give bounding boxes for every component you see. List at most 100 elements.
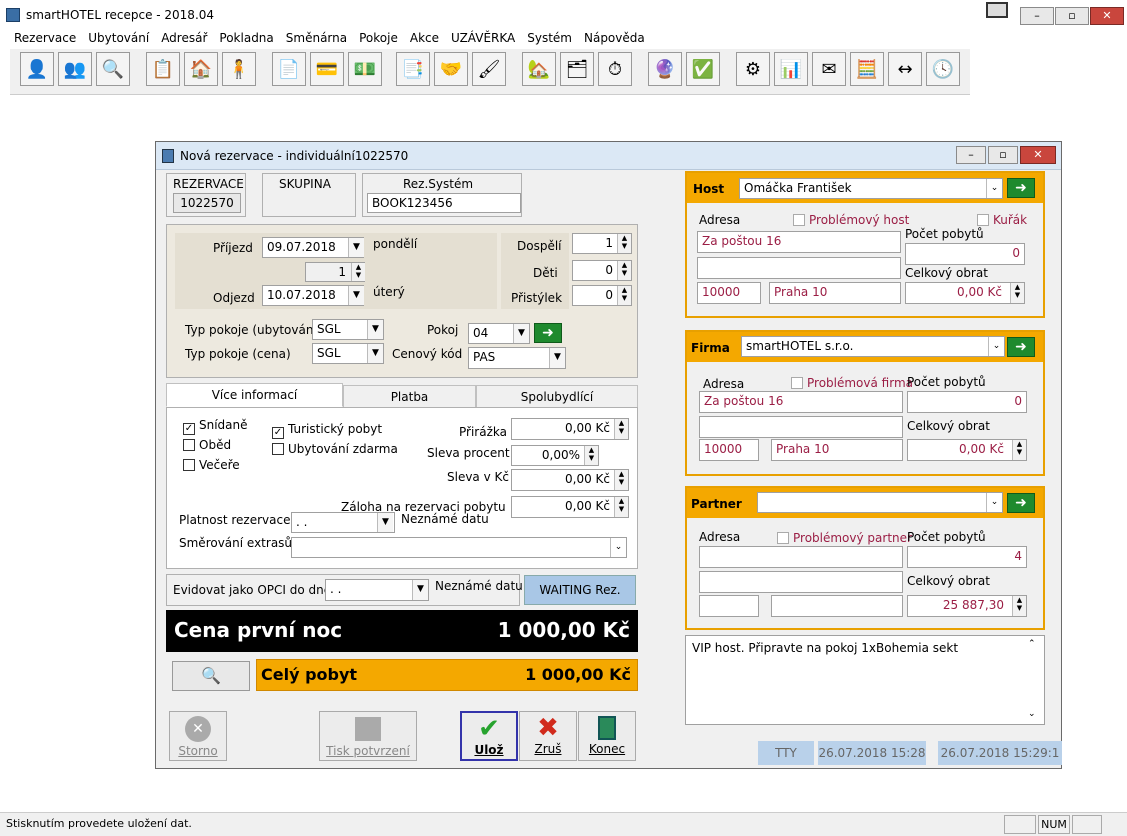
card-icon[interactable]: 🗂 bbox=[560, 52, 594, 86]
partner-go-arrow-icon[interactable]: ➜ bbox=[1007, 493, 1035, 513]
uloz-button[interactable]: ✔ Ulož bbox=[460, 711, 518, 761]
firma-go-arrow-icon[interactable]: ➜ bbox=[1007, 337, 1035, 357]
typ-ubytovani-dropdown-icon[interactable]: ▼ bbox=[367, 320, 383, 339]
firma-obrat-spinner[interactable]: ▲ ▼ bbox=[1012, 440, 1026, 460]
firma-zip-input[interactable]: 10000 bbox=[699, 439, 759, 461]
home-icon[interactable]: 🏡 bbox=[522, 52, 556, 86]
document-icon[interactable]: 📄 bbox=[272, 52, 306, 86]
note-scroll-up-icon[interactable]: ⌃ bbox=[1028, 639, 1036, 649]
menu-smenarna[interactable]: Směnárna bbox=[280, 30, 353, 46]
note-textarea[interactable]: VIP host. Připravte na pokoj 1xBohemia s… bbox=[685, 635, 1045, 725]
firma-problem-checkbox[interactable]: Problémová firma bbox=[791, 376, 913, 390]
cenovy-kod-dropdown-icon[interactable]: ▼ bbox=[549, 348, 565, 368]
rezsys-input[interactable]: BOOK123456 bbox=[367, 193, 521, 213]
cash-register-icon[interactable]: 💳 bbox=[310, 52, 344, 86]
firma-city-input[interactable]: Praha 10 bbox=[771, 439, 903, 461]
crystal-ball-icon[interactable]: 🔮 bbox=[648, 52, 682, 86]
dialog-maximize-button[interactable]: ▫ bbox=[988, 146, 1018, 164]
menu-pokladna[interactable]: Pokladna bbox=[213, 30, 279, 46]
kurak-checkbox[interactable]: Kuřák bbox=[977, 213, 1027, 227]
sleva-kc-spinner[interactable]: ▲ ▼ bbox=[614, 470, 628, 490]
menu-system[interactable]: Systém bbox=[521, 30, 578, 46]
partner-street2-input[interactable] bbox=[699, 571, 903, 593]
menu-napoveda[interactable]: Nápověda bbox=[578, 30, 651, 46]
calculator-icon[interactable]: 🧮 bbox=[850, 52, 884, 86]
maximize-button[interactable]: ▫ bbox=[1055, 7, 1089, 25]
prirazka-spinner[interactable]: ▲ ▼ bbox=[614, 419, 628, 439]
go-room-arrow-icon[interactable]: ➜ bbox=[534, 323, 562, 343]
platnost-dropdown-icon[interactable]: ▼ bbox=[377, 513, 393, 532]
note-scroll-down-icon[interactable]: ⌄ bbox=[1028, 709, 1036, 719]
close-button[interactable]: ✕ bbox=[1090, 7, 1124, 25]
partner-zip-input[interactable] bbox=[699, 595, 759, 617]
partner-problem-checkbox[interactable]: Problémový partner bbox=[777, 531, 912, 545]
tab-platba[interactable]: Platba bbox=[343, 385, 476, 409]
odjezd-dropdown-icon[interactable]: ▼ bbox=[348, 286, 364, 305]
host-street2-input[interactable] bbox=[697, 257, 901, 279]
deti-spinner[interactable]: ▲ ▼ bbox=[617, 261, 631, 280]
teamviewer-icon[interactable]: ↔ bbox=[888, 52, 922, 86]
menu-uzaverka[interactable]: UZÁVĚRKA bbox=[445, 30, 521, 46]
typ-cena-dropdown-icon[interactable]: ▼ bbox=[367, 344, 383, 363]
zrus-button[interactable]: ✖ Zruš bbox=[519, 711, 577, 761]
handshake-icon[interactable]: 🤝 bbox=[434, 52, 468, 86]
host-zip-input[interactable]: 10000 bbox=[697, 282, 761, 304]
waiting-button[interactable]: WAITING Rez. bbox=[524, 575, 636, 605]
partner-city-input[interactable] bbox=[771, 595, 903, 617]
clock-refresh-icon[interactable]: ⏱ bbox=[598, 52, 632, 86]
chart-icon[interactable]: 📊 bbox=[774, 52, 808, 86]
brush-icon[interactable]: 🖌 bbox=[472, 52, 506, 86]
opci-dropdown-icon[interactable]: ▼ bbox=[412, 580, 428, 600]
obed-checkbox[interactable]: Oběd bbox=[183, 438, 231, 452]
mail-icon[interactable]: ✉ bbox=[812, 52, 846, 86]
monitor-icon[interactable] bbox=[986, 2, 1008, 18]
receptionist-icon[interactable]: 📑 bbox=[396, 52, 430, 86]
dospeli-spinner[interactable]: ▲ ▼ bbox=[617, 234, 631, 253]
host-go-arrow-icon[interactable]: ➜ bbox=[1007, 178, 1035, 198]
partner-obrat-spinner[interactable]: ▲ ▼ bbox=[1012, 596, 1026, 616]
firma-dropdown-icon[interactable]: ⌄ bbox=[988, 337, 1004, 356]
tab-spolubydlici[interactable]: Spolubydlící bbox=[476, 385, 638, 409]
smerovani-select[interactable] bbox=[291, 537, 627, 558]
settings-icon[interactable]: ⚙ bbox=[736, 52, 770, 86]
firma-street2-input[interactable] bbox=[699, 416, 903, 438]
checklist-icon[interactable]: ✅ bbox=[686, 52, 720, 86]
search-guest-icon[interactable]: 🔍 bbox=[96, 52, 130, 86]
clock-calendar-icon[interactable]: 🕓 bbox=[926, 52, 960, 86]
dialog-minimize-button[interactable]: – bbox=[956, 146, 986, 164]
zaloha-input[interactable]: 0,00 Kč bbox=[511, 496, 629, 518]
zdarma-checkbox[interactable]: Ubytování zdarma bbox=[272, 442, 398, 456]
menu-rezervace[interactable]: Rezervace bbox=[0, 30, 82, 46]
partner-dropdown-icon[interactable]: ⌄ bbox=[986, 493, 1002, 512]
person-icon[interactable]: 🧍 bbox=[222, 52, 256, 86]
host-dropdown-icon[interactable]: ⌄ bbox=[986, 179, 1002, 198]
guests-icon[interactable]: 👥 bbox=[58, 52, 92, 86]
firma-select[interactable]: smartHOTEL s.r.o. bbox=[741, 336, 1005, 357]
storno-button[interactable]: ✕ Storno bbox=[169, 711, 227, 761]
snidane-checkbox[interactable]: ✓ Snídaně bbox=[183, 418, 248, 435]
menu-akce[interactable]: Akce bbox=[404, 30, 445, 46]
smerovani-dropdown-icon[interactable]: ⌄ bbox=[610, 538, 626, 557]
sleva-kc-input[interactable]: 0,00 Kč bbox=[511, 469, 629, 491]
money-stack-icon[interactable]: 💵 bbox=[348, 52, 382, 86]
vecere-checkbox[interactable]: Večeře bbox=[183, 458, 240, 472]
turist-checkbox[interactable]: ✓ Turistický pobyt bbox=[272, 422, 382, 439]
house-icon[interactable]: 🏠 bbox=[184, 52, 218, 86]
firma-street-input[interactable]: Za poštou 16 bbox=[699, 391, 903, 413]
nights-spinner[interactable]: ▲ ▼ bbox=[351, 263, 365, 281]
prijezd-dropdown-icon[interactable]: ▼ bbox=[348, 238, 364, 257]
partner-street-input[interactable] bbox=[699, 546, 903, 568]
menu-ubytovani[interactable]: Ubytování bbox=[82, 30, 155, 46]
menu-pokoje[interactable]: Pokoje bbox=[353, 30, 404, 46]
host-obrat-spinner[interactable]: ▲ ▼ bbox=[1010, 283, 1024, 303]
tisk-button[interactable]: Tisk potvrzení bbox=[319, 711, 417, 761]
konec-button[interactable]: Konec bbox=[578, 711, 636, 761]
host-city-input[interactable]: Praha 10 bbox=[769, 282, 901, 304]
prirazka-input[interactable]: 0,00 Kč bbox=[511, 418, 629, 440]
search-price-button[interactable]: 🔍 bbox=[172, 661, 250, 691]
host-problem-checkbox[interactable]: Problémový host bbox=[793, 213, 909, 227]
minimize-button[interactable]: – bbox=[1020, 7, 1054, 25]
pokoj-dropdown-icon[interactable]: ▼ bbox=[513, 324, 529, 343]
sleva-procent-spinner[interactable]: ▲ ▼ bbox=[584, 446, 598, 465]
guest-icon[interactable]: 👤 bbox=[20, 52, 54, 86]
